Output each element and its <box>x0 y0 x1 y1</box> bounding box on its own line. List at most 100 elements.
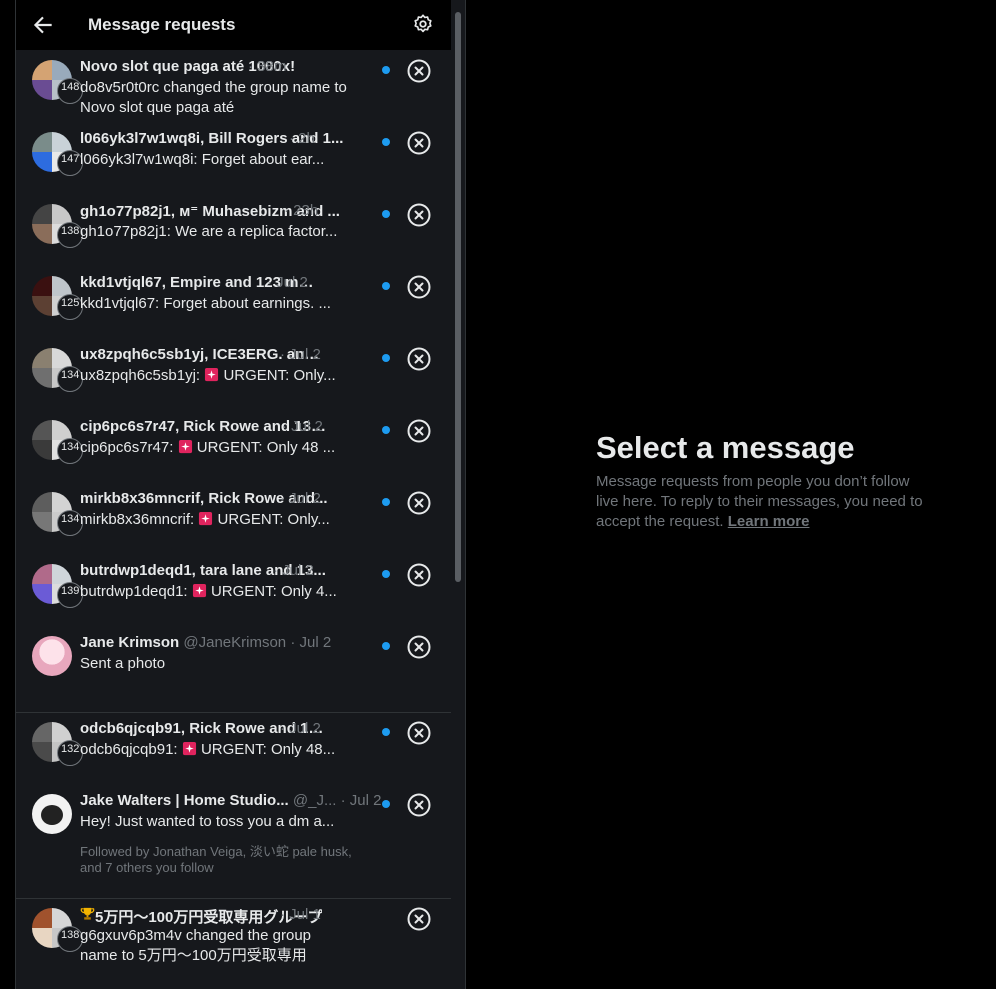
scrollbar-thumb[interactable] <box>455 12 461 582</box>
group-member-count: 132 <box>61 743 80 755</box>
siren-emoji-icon <box>192 583 206 598</box>
avatar-tile <box>32 420 52 440</box>
message-preview: butrdwp1deqd1: URGENT: Only 4... <box>80 582 348 602</box>
avatar-tile <box>52 722 72 742</box>
unread-dot-icon <box>382 282 390 290</box>
avatar-tile <box>32 908 52 928</box>
message-text: kkd1vtjql67: Forget about earnings. ... <box>80 295 331 312</box>
list-item[interactable]: 134 cip6pc6s7r47, Rick Rowe and 132 ... · … <box>16 410 451 482</box>
avatar-tile <box>52 492 72 512</box>
avatar-tile <box>32 348 52 368</box>
avatar-tile <box>52 420 72 440</box>
group-member-count: 148 <box>61 81 80 93</box>
timestamp: · Jul 2 <box>273 562 314 579</box>
avatar-tile <box>32 928 52 948</box>
unread-dot-icon <box>382 210 390 218</box>
message-text: do8v5r0t0rc changed the group name to No… <box>80 79 347 116</box>
close-circle-icon[interactable] <box>407 275 431 299</box>
unread-dot-icon <box>382 800 390 808</box>
close-circle-icon[interactable] <box>407 347 431 371</box>
message-preview: g6gxuv6p3m4v changed the group name to 5… <box>80 926 348 966</box>
message-sender: mirkb8x36mncrif: <box>80 511 195 528</box>
list-item[interactable]: 138 gh1o77p82j1, ᴍ⁼ Muhasebizm and ... · 2… <box>16 194 451 266</box>
timestamp: · Jul 2 <box>340 792 382 809</box>
group-member-count: 134 <box>61 369 80 381</box>
close-circle-icon[interactable] <box>407 563 431 587</box>
close-circle-icon[interactable] <box>407 203 431 227</box>
message-text: URGENT: Only 48 ... <box>196 439 336 456</box>
empty-state-description: Message requests from people you don’t f… <box>596 472 936 532</box>
message-text: g6gxuv6p3m4v changed the group name to 5… <box>80 927 312 964</box>
avatar-tile <box>32 132 52 152</box>
scrollbar[interactable] <box>451 0 465 989</box>
message-preview: l066yk3l7w1wq8i: Forget about ear... <box>80 150 348 170</box>
message-text: Hey! Just wanted to toss you a dm a... <box>80 813 335 830</box>
avatar[interactable] <box>32 636 72 676</box>
message-text: URGENT: Only 48... <box>200 741 336 758</box>
unread-dot-icon <box>382 66 390 74</box>
close-circle-icon[interactable] <box>407 491 431 515</box>
close-circle-icon[interactable] <box>407 131 431 155</box>
list-item[interactable]: 139 butrdwp1deqd1, tara lane and 13... · J… <box>16 554 451 626</box>
siren-emoji-icon <box>205 367 219 382</box>
avatar-tile <box>32 564 52 584</box>
user-handle: @JaneKrimson <box>183 634 287 651</box>
unread-dot-icon <box>382 426 390 434</box>
conversation-title: Jane Krimson @JaneKrimson · Jul 2 <box>80 634 331 651</box>
message-sender: odcb6qjcqb91: <box>80 741 178 758</box>
conversation-title: Jake Walters | Home Studio... @_J... · J… <box>80 792 381 809</box>
gear-icon[interactable] <box>412 13 434 35</box>
avatar-tile <box>32 224 52 244</box>
unread-dot-icon <box>382 642 390 650</box>
empty-state: Select a message Message requests from p… <box>596 428 936 532</box>
close-circle-icon[interactable] <box>407 721 431 745</box>
close-circle-icon[interactable] <box>407 907 431 931</box>
list-item[interactable]: 138 5万円〜100万円受取専用グループ · Jul 1 g6gxuv6p3m4v … <box>16 898 451 989</box>
avatar-tile <box>32 296 52 316</box>
list-item[interactable]: Jake Walters | Home Studio... @_J... · J… <box>16 784 451 899</box>
message-requests-panel: Message requests 148 Novo slot que paga a… <box>15 0 466 989</box>
avatar-tile <box>32 204 52 224</box>
avatar-tile <box>32 152 52 172</box>
timestamp: · 23h <box>284 202 319 219</box>
learn-more-link[interactable]: Learn more <box>728 513 810 530</box>
message-text: gh1o77p82j1: We are a replica factor... <box>80 223 338 240</box>
list-item[interactable]: 148 Novo slot que paga até 1000x! · 38m do8… <box>16 50 451 122</box>
user-handle: @_J... <box>292 792 337 809</box>
list-item[interactable]: 134 mirkb8x36mncrif, Rick Rowe and... · Ju… <box>16 482 451 554</box>
list-item[interactable]: 147 l066yk3l7w1wq8i, Bill Rogers and 1...… <box>16 122 451 194</box>
close-circle-icon[interactable] <box>407 59 431 83</box>
avatar-tile <box>52 60 72 80</box>
siren-emoji-icon <box>178 439 192 454</box>
group-member-count: 139 <box>61 585 80 597</box>
close-circle-icon[interactable] <box>407 635 431 659</box>
timestamp: · 2h <box>289 130 315 147</box>
avatar-tile <box>32 492 52 512</box>
list-item[interactable]: 132 odcb6qjcqb91, Rick Rowe and 13... · Ju… <box>16 712 451 784</box>
group-member-count: 138 <box>61 929 80 941</box>
timestamp: · Jul 2 <box>282 418 323 435</box>
avatar[interactable] <box>32 794 72 834</box>
avatar-tile <box>32 512 52 532</box>
header: Message requests <box>16 0 451 50</box>
message-preview: gh1o77p82j1: We are a replica factor... <box>80 222 348 242</box>
close-circle-icon[interactable] <box>407 793 431 817</box>
list-item[interactable]: 125 kkd1vtjql67, Empire and 123 more · Jul… <box>16 266 451 338</box>
avatar-tile <box>32 584 52 604</box>
avatar-tile <box>52 564 72 584</box>
close-circle-icon[interactable] <box>407 419 431 443</box>
message-preview: mirkb8x36mncrif: URGENT: Only... <box>80 510 348 530</box>
message-preview: Hey! Just wanted to toss you a dm a... <box>80 812 348 832</box>
avatar-tile <box>52 908 72 928</box>
message-text: Sent a photo <box>80 655 166 672</box>
avatar-tile <box>52 348 72 368</box>
arrow-left-icon[interactable] <box>30 12 56 38</box>
page-title: Message requests <box>88 15 236 34</box>
list-item[interactable]: 134 ux8zpqh6c5sb1yj, ICE3ERG. and ... · Ju… <box>16 338 451 410</box>
unread-dot-icon <box>382 728 390 736</box>
list-item[interactable]: Jane Krimson @JaneKrimson · Jul 2 Sent a … <box>16 626 451 713</box>
group-member-count: 125 <box>61 297 80 309</box>
avatar-tile <box>52 132 72 152</box>
avatar-face <box>41 805 63 825</box>
message-text: l066yk3l7w1wq8i: Forget about ear... <box>80 151 325 168</box>
